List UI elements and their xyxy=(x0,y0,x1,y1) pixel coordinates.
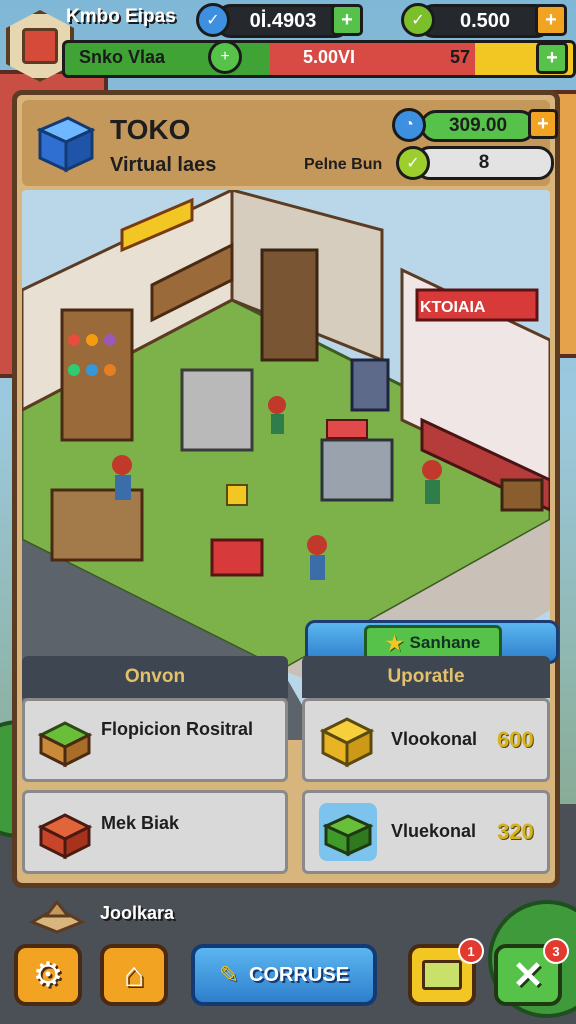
balance-value: 309.00 xyxy=(448,115,508,136)
price-label: Pelne Bun xyxy=(304,156,383,173)
price-check-icon: ✓ xyxy=(396,146,430,180)
gear-icon: ⚙ xyxy=(32,956,64,994)
upgrade-icon-frame xyxy=(319,803,377,861)
add-coins-button[interactable]: + xyxy=(331,4,363,36)
produce-crate-icon xyxy=(37,721,93,768)
tablet-icon xyxy=(422,960,462,990)
green-cart-icon xyxy=(322,814,374,857)
item-name: Mek Biak xyxy=(101,813,180,833)
inventory-badge: 1 xyxy=(458,938,484,964)
top-hud: Kmbo Eipas 0İ.4903 ✓ + 0.500 ✓ + Snko Vl… xyxy=(0,0,576,82)
home-icon: ⌂ xyxy=(123,955,145,994)
main-action-label: CORRUSE xyxy=(249,963,350,986)
upgrade-name: Vluekonal xyxy=(391,821,477,841)
shop-subtitle: Virtual laes xyxy=(110,154,217,176)
player-name: Kmbo Eipas xyxy=(66,6,176,27)
level-progress: 5.00VI xyxy=(303,47,356,67)
item-card-1[interactable]: Flopicion Rositral xyxy=(22,698,288,782)
coin-icon: ✓ xyxy=(196,3,230,37)
shop-cube-icon xyxy=(36,116,96,173)
confirm-label: Sanhane xyxy=(409,633,481,652)
gem-counter: 0.500 xyxy=(418,4,552,38)
close-icon: ✕ xyxy=(512,954,544,997)
level-bar: Snko Vlaa 5.00VI 57 xyxy=(62,40,576,78)
red-crate-icon xyxy=(37,813,93,860)
level-label: Snko Vlaa xyxy=(79,47,166,67)
main-action-button[interactable]: ✎ CORRUSE xyxy=(191,944,377,1006)
settings-button[interactable]: ⚙ xyxy=(14,944,82,1006)
shop-title: TOKO xyxy=(110,114,191,145)
left-column-header[interactable]: Onvon xyxy=(22,656,288,698)
store-sign-text: KTOIAIA xyxy=(420,299,486,316)
shop-header: TOKO Virtual laes 309.00 ◔ + Pelne Bun 8… xyxy=(22,100,558,186)
footer-label: Joolkara xyxy=(100,903,175,923)
yellow-box-icon xyxy=(319,717,375,768)
price-pill: 8 xyxy=(414,146,554,180)
shop-panel: TOKO Virtual laes 309.00 ◔ + Pelne Bun 8… xyxy=(12,90,560,888)
item-name: Flopicion Rositral xyxy=(101,719,254,739)
add-gems-button[interactable]: + xyxy=(535,4,567,36)
home-button[interactable]: ⌂ xyxy=(100,944,168,1006)
gem-value: 0.500 xyxy=(459,9,511,32)
hat-icon xyxy=(28,899,86,934)
upgrade-price: 600 xyxy=(497,727,534,752)
pencil-icon: ✎ xyxy=(218,961,240,989)
level-add-button[interactable]: + xyxy=(536,42,568,74)
upgrade-card-2[interactable]: Vluekonal 320 xyxy=(302,790,550,874)
upgrade-price: 320 xyxy=(497,819,534,844)
level-up-icon[interactable]: + xyxy=(208,40,242,74)
gem-icon: ✓ xyxy=(401,3,435,37)
close-badge: 3 xyxy=(543,938,569,964)
balance-add-button[interactable]: + xyxy=(528,109,558,139)
balance-clock-icon: ◔ xyxy=(392,108,426,142)
level-number: 57 xyxy=(450,47,471,67)
star-icon: ★ xyxy=(385,632,404,655)
balance-pill: 309.00 xyxy=(420,110,536,142)
coin-value: 0İ.4903 xyxy=(249,9,317,32)
price-value: 8 xyxy=(478,152,490,173)
item-card-2[interactable]: Mek Biak xyxy=(22,790,288,874)
upgrade-name: Vlookonal xyxy=(391,729,478,749)
right-column-header[interactable]: Uporatle xyxy=(302,656,550,698)
upgrade-card-1[interactable]: Vlookonal 600 xyxy=(302,698,550,782)
